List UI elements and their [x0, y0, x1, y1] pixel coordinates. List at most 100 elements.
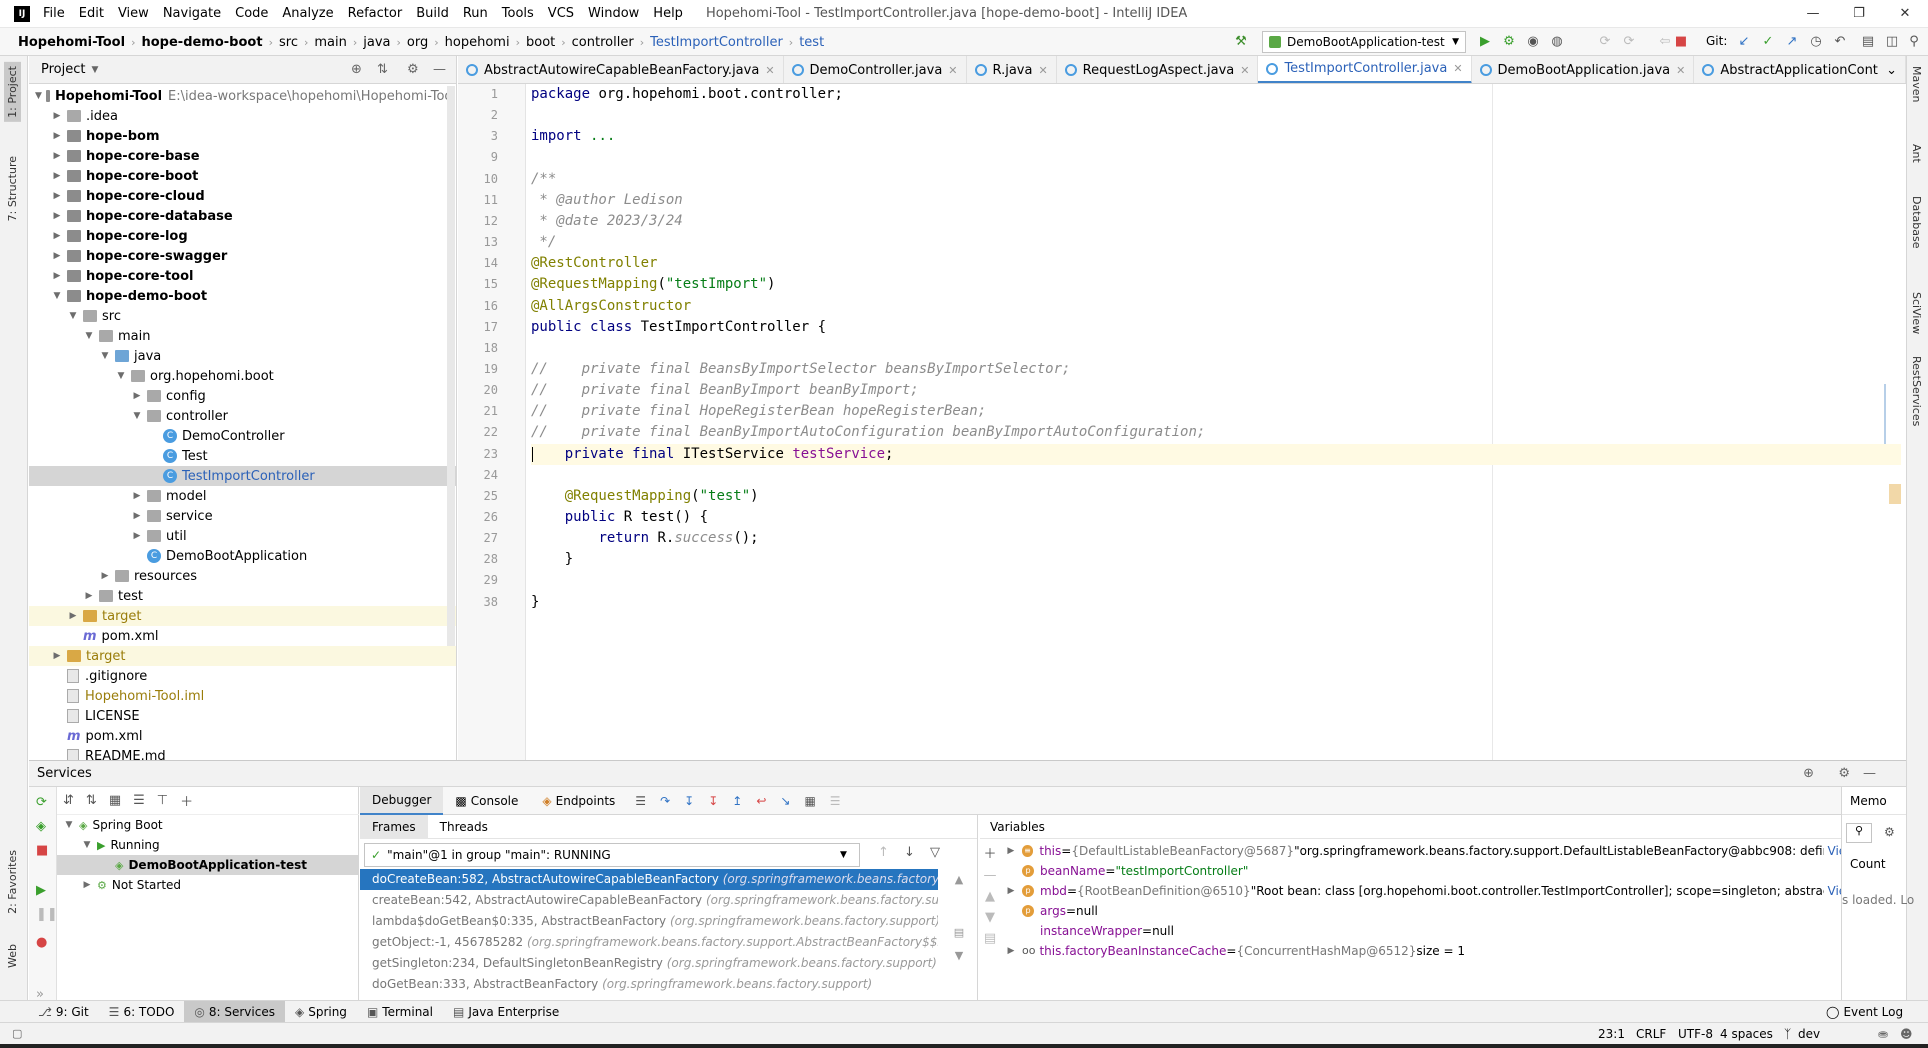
service-item[interactable]: ▼ ◈ Spring Boot — [57, 815, 359, 835]
count-column[interactable]: Count — [1850, 857, 1886, 871]
tab-endpoints[interactable]: ◈ Endpoints — [530, 787, 627, 815]
breakpoints-icon[interactable]: ● — [36, 935, 47, 950]
tree-item[interactable]: ▶ resources — [29, 566, 456, 586]
breadcrumb-item[interactable]: main — [310, 35, 350, 50]
tree-item[interactable]: ▶ hope-core-tool — [29, 266, 456, 286]
menu-window[interactable]: Window — [581, 0, 646, 28]
collapse-all-icon[interactable]: ⇅ — [377, 62, 388, 77]
chevron-down-icon[interactable]: ▼ — [63, 820, 75, 830]
tree-item[interactable]: ▼ main — [29, 326, 456, 346]
tab-debugger[interactable]: Debugger — [360, 786, 444, 815]
trace-icon[interactable]: ☰ — [830, 794, 841, 808]
show-execution-point-icon[interactable]: ☰ — [635, 794, 646, 808]
down-icon[interactable]: ▼ — [980, 910, 1000, 925]
chevron-right-icon[interactable]: ▶ — [51, 191, 63, 201]
attach-icon[interactable]: ⟳ — [1596, 33, 1614, 51]
tree-item[interactable]: ▶ hope-core-cloud — [29, 186, 456, 206]
menu-file[interactable]: File — [36, 0, 72, 28]
chevron-right-icon[interactable]: ▶ — [51, 171, 63, 181]
project-scrollbar[interactable] — [447, 86, 455, 646]
spring-icon[interactable]: ◈ — [36, 819, 46, 834]
tabs-overflow-icon[interactable]: ⌄ — [1878, 56, 1906, 83]
close-icon[interactable]: ✕ — [1676, 64, 1685, 77]
tree-item[interactable]: C TestImportController — [29, 466, 456, 486]
project-tool-tab[interactable]: 1: Project — [4, 62, 21, 122]
tool-window-todo[interactable]: ☰ 6: TODO — [99, 1001, 185, 1023]
chevron-right-icon[interactable]: ▶ — [67, 611, 79, 621]
up-icon[interactable]: ▲ — [980, 889, 1000, 904]
tree-item[interactable]: ▶ model — [29, 486, 456, 506]
gear-icon[interactable]: ⚙ — [1838, 766, 1850, 781]
tree-item[interactable]: m pom.xml — [29, 626, 456, 646]
menu-edit[interactable]: Edit — [72, 0, 111, 28]
tool-window-git[interactable]: ⎇ 9: Git — [28, 1001, 99, 1023]
restore-icon[interactable]: ❐ — [1836, 0, 1882, 28]
close-icon[interactable]: ✕ — [1038, 64, 1047, 77]
variable-row[interactable]: instanceWrapper = null — [1004, 921, 1864, 941]
close-icon[interactable]: ✕ — [1240, 64, 1249, 77]
editor-tab[interactable]: AbstractAutowireCapableBeanFactory.java ✕ — [458, 56, 784, 83]
sciview-tool-tab[interactable]: SciView — [1910, 292, 1923, 334]
editor-tab[interactable]: DemoController.java ✕ — [784, 56, 967, 83]
tree-item[interactable]: ▶ hope-bom — [29, 126, 456, 146]
search-everywhere-icon[interactable]: ⚲ — [1905, 33, 1923, 51]
tool-window-services[interactable]: ◎ 8: Services — [184, 1000, 285, 1023]
tab-console[interactable]: ▩ Console — [443, 787, 530, 815]
coverage-icon[interactable]: ◉ — [1524, 33, 1542, 51]
tree-item[interactable]: ▶ .idea — [29, 106, 456, 126]
hide-icon[interactable]: — — [1863, 766, 1876, 781]
variable-row[interactable]: ▶ p mbd = {RootBeanDefinition@6510} "Root … — [1004, 881, 1864, 901]
run-icon[interactable]: ▶ — [1476, 33, 1494, 51]
chevron-right-icon[interactable]: ▶ — [131, 391, 143, 401]
debug-icon[interactable]: ⚙ — [1500, 33, 1518, 51]
breadcrumb-item[interactable]: hope-demo-boot — [137, 35, 266, 50]
service-item[interactable]: ▶ ⚙ Not Started — [57, 875, 359, 895]
chevron-down-icon[interactable]: ▼ — [35, 91, 42, 101]
stack-frame[interactable]: doGetBean:333, AbstractBeanFactory (org.… — [360, 974, 938, 995]
chevron-right-icon[interactable]: ▶ — [51, 251, 63, 261]
editor-tab[interactable]: TestImportController.java ✕ — [1258, 56, 1472, 83]
breadcrumb-item[interactable]: org — [403, 35, 432, 50]
git-commit-icon[interactable]: ✓ — [1759, 33, 1777, 51]
run-configuration-select[interactable]: DemoBootApplication-test ▼ — [1262, 31, 1466, 53]
menu-tools[interactable]: Tools — [495, 0, 541, 28]
breadcrumb-item[interactable]: boot — [522, 35, 559, 50]
remove-watch-icon[interactable]: — — [980, 868, 1000, 883]
menu-vcs[interactable]: VCS — [541, 0, 581, 28]
stop-icon[interactable]: ■ — [36, 843, 48, 858]
caret-position[interactable]: 23:1 — [1598, 1027, 1625, 1041]
profile-icon[interactable]: ◍ — [1548, 33, 1566, 51]
memory-tab[interactable]: Memo — [1850, 794, 1887, 808]
step-into-icon[interactable]: ↧ — [684, 794, 694, 808]
status-icon[interactable]: ▢ — [12, 1027, 22, 1040]
chevron-right-icon[interactable]: ▶ — [51, 111, 63, 121]
tree-item[interactable]: ▼ org.hopehomi.boot — [29, 366, 456, 386]
variable-row[interactable]: p args = null — [1004, 901, 1864, 921]
tree-item[interactable]: ▼ java — [29, 346, 456, 366]
reload-icon[interactable]: ⟳ — [1620, 33, 1638, 51]
tool-window-terminal[interactable]: ▣ Terminal — [357, 1001, 443, 1023]
git-push-icon[interactable]: ↗ — [1783, 33, 1801, 51]
thread-select[interactable]: ✓ "main"@1 in group "main": RUNNING ▼ — [364, 843, 860, 867]
tree-item[interactable]: ▼ hope-demo-boot — [29, 286, 456, 306]
tree-item[interactable]: ▶ target — [29, 646, 456, 666]
step-out-icon[interactable]: ↥ — [732, 794, 742, 808]
database-tool-tab[interactable]: Database — [1910, 196, 1923, 249]
step-over-icon[interactable]: ↷ — [660, 794, 670, 808]
new-watch-icon[interactable]: ＋ — [980, 843, 1000, 862]
close-icon[interactable]: ✕ — [1453, 62, 1462, 75]
chevron-down-icon[interactable]: ▼ — [115, 371, 127, 381]
chevron-down-icon[interactable]: ▼ — [83, 331, 95, 341]
stack-frame[interactable]: doCreateBean:582, AbstractAutowireCapabl… — [360, 869, 938, 890]
pause-icon[interactable]: ❚❚ — [36, 907, 58, 922]
menu-analyze[interactable]: Analyze — [275, 0, 340, 28]
menu-view[interactable]: View — [111, 0, 156, 28]
stack-frame[interactable]: lambda$doGetBean$0:335, AbstractBeanFact… — [360, 911, 938, 932]
copy-icon[interactable]: ▤ — [980, 931, 1000, 946]
tree-item[interactable]: C DemoBootApplication — [29, 546, 456, 566]
git-update-icon[interactable]: ↙ — [1735, 33, 1753, 51]
chevron-right-icon[interactable]: ▶ — [51, 151, 63, 161]
rollback-icon[interactable]: ↶ — [1831, 33, 1849, 51]
gear-icon[interactable]: ⚙ — [407, 62, 419, 77]
tree-item[interactable]: C Test — [29, 446, 456, 466]
